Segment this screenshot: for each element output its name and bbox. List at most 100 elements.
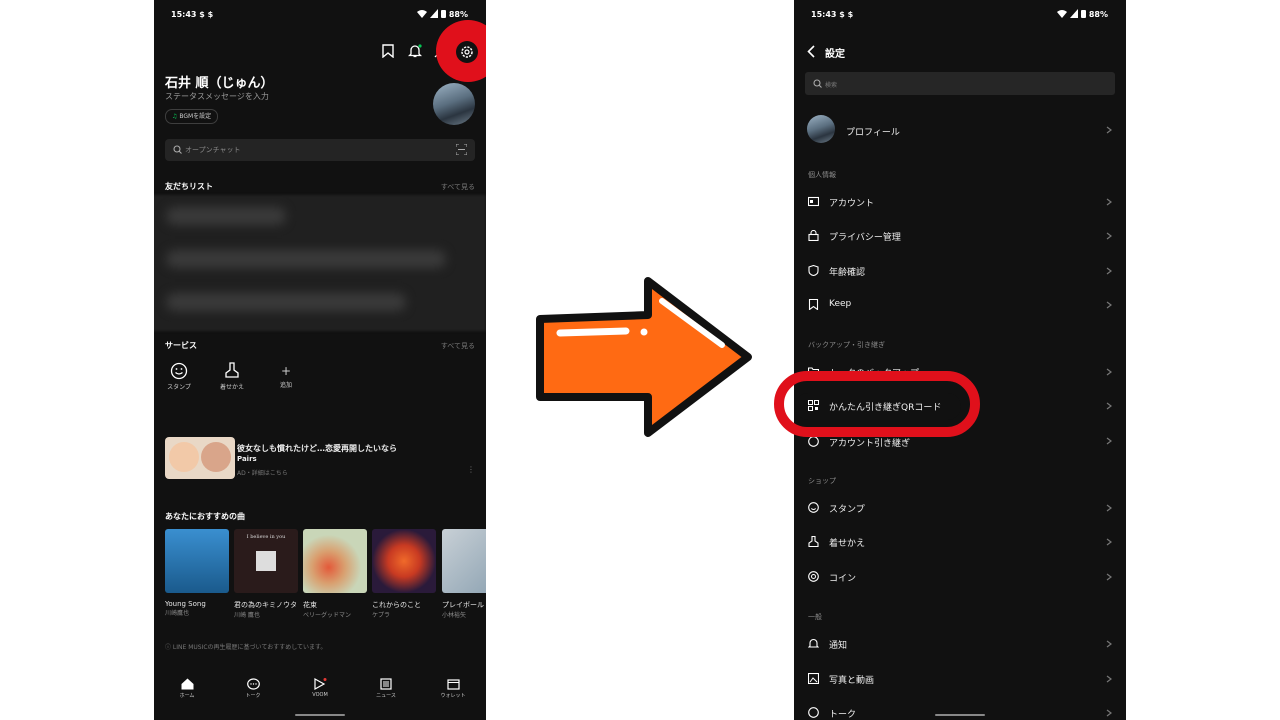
bookmark-icon[interactable] <box>382 44 394 58</box>
song-card[interactable]: プレイボール 小林裕矢 <box>442 529 486 619</box>
song-artist: 川崎鷹也 <box>165 610 190 617</box>
chevron-right-icon <box>1106 573 1112 581</box>
avatar[interactable] <box>807 115 835 143</box>
song-card[interactable]: Young Song 川崎鷹也 <box>165 529 240 617</box>
battery-icon <box>1081 10 1086 18</box>
wifi-icon <box>1057 10 1067 18</box>
brush-icon <box>225 362 239 378</box>
bell-icon[interactable] <box>408 44 422 58</box>
row-photo-video[interactable]: 写真と動画 <box>829 673 874 686</box>
signal-icon <box>1070 9 1078 18</box>
home-indicator <box>935 714 985 716</box>
chat-icon <box>246 678 260 690</box>
services-title: サービス <box>165 341 197 350</box>
qr-scan-icon[interactable] <box>456 144 467 155</box>
smile-icon <box>808 502 819 513</box>
profile-name[interactable]: 石井 順（じゅん） <box>165 72 274 91</box>
song-artist: ケプラ <box>372 612 391 619</box>
nav-label: ウォレット <box>440 693 466 699</box>
service-add[interactable]: + 追加 <box>271 362 301 389</box>
section-shop: ショップ <box>808 477 836 485</box>
nav-home[interactable]: ホーム <box>167 678 207 699</box>
chevron-right-icon <box>1106 368 1112 376</box>
search-icon <box>813 79 822 88</box>
signal-icon <box>430 9 438 18</box>
qr-code-icon <box>808 400 819 411</box>
bgm-button[interactable]: ♫ BGMを設定 <box>165 109 219 124</box>
service-theme[interactable]: 着せかえ <box>217 362 247 391</box>
song-card[interactable]: これからのこと ケプラ <box>372 529 440 619</box>
chevron-right-icon <box>1106 198 1112 206</box>
page-title: 設定 <box>825 49 845 60</box>
song-title: プレイボール <box>442 601 484 609</box>
status-time: 15:43 $ $ <box>171 10 214 19</box>
album-art <box>372 529 436 593</box>
music-footnote: ⓘ LINE MUSICの再生履歴に基づいておすすめしています。 <box>165 642 326 651</box>
status-bar: 15:43 $ $ 88% <box>794 0 1126 30</box>
row-privacy[interactable]: プライバシー管理 <box>829 230 901 243</box>
row-notify[interactable]: 通知 <box>829 638 847 651</box>
ad-image[interactable] <box>165 437 235 479</box>
song-card[interactable]: 花束 ベリーグッドマン <box>303 529 371 619</box>
row-qr-transfer[interactable]: かんたん引き継ぎQRコード <box>829 400 941 413</box>
chevron-right-icon <box>1106 402 1112 410</box>
gear-icon[interactable] <box>456 41 478 63</box>
battery-level: 88% <box>448 10 468 19</box>
bell-icon <box>808 638 819 648</box>
back-arrow-icon[interactable] <box>807 45 815 58</box>
chevron-right-icon <box>1106 504 1112 512</box>
service-label: 追加 <box>279 382 292 389</box>
status-message[interactable]: ステータスメッセージを入力 <box>165 91 269 102</box>
row-stamp[interactable]: スタンプ <box>829 502 865 515</box>
search-input[interactable]: オープンチャット <box>165 139 475 161</box>
avatar[interactable] <box>433 83 475 125</box>
song-title: 花束 <box>303 601 317 609</box>
row-theme[interactable]: 着せかえ <box>829 536 865 549</box>
ad-title[interactable]: 彼女なしも慣れたけど…恋愛再開したいなら <box>237 443 397 454</box>
nav-news[interactable]: ニュース <box>366 678 406 699</box>
row-coin[interactable]: コイン <box>829 571 856 584</box>
nav-talk[interactable]: トーク <box>233 678 273 699</box>
footnote-text: LINE MUSICの再生履歴に基づいておすすめしています。 <box>172 644 327 651</box>
album-art: I believe in you <box>234 529 298 593</box>
ad-face-right <box>201 442 231 472</box>
service-stamp[interactable]: スタンプ <box>164 362 194 391</box>
service-label: スタンプ <box>167 384 191 391</box>
person-transfer-icon <box>808 436 819 447</box>
chevron-right-icon <box>1106 640 1112 648</box>
search-placeholder: オープンチャット <box>185 146 241 154</box>
profile-row[interactable]: プロフィール <box>846 125 900 138</box>
chevron-right-icon <box>1106 538 1112 546</box>
music-note-icon: ♫ <box>172 113 178 120</box>
search-input[interactable]: 検索 <box>805 72 1115 95</box>
row-age[interactable]: 年齢確認 <box>829 265 865 278</box>
row-keep[interactable]: Keep <box>829 299 851 309</box>
section-general: 一般 <box>808 613 822 621</box>
battery-icon <box>441 10 446 18</box>
row-account[interactable]: アカウント <box>829 196 874 209</box>
more-icon[interactable]: ⋮ <box>467 465 475 474</box>
search-placeholder: 検索 <box>825 82 838 89</box>
list-item <box>166 250 446 268</box>
friends-list-blurred <box>154 195 486 331</box>
chevron-right-icon <box>1106 301 1112 309</box>
section-backup: バックアップ・引き継ぎ <box>808 341 885 349</box>
services-see-all[interactable]: すべて見る <box>441 341 475 351</box>
friends-see-all[interactable]: すべて見る <box>441 182 475 192</box>
chevron-right-icon <box>1106 709 1112 717</box>
nav-label: ニュース <box>376 693 396 699</box>
search-icon <box>173 145 182 154</box>
nav-voom[interactable]: VOOM <box>300 677 340 698</box>
smile-icon <box>170 362 188 380</box>
album-text: I believe in you <box>246 534 286 540</box>
lock-icon <box>808 230 819 241</box>
song-artist: 小林裕矢 <box>442 612 467 619</box>
status-bar: 15:43 $ $ 88% <box>154 0 486 30</box>
id-card-icon <box>808 196 819 207</box>
nav-wallet[interactable]: ウォレット <box>433 678 473 699</box>
list-item <box>166 293 406 311</box>
row-account-transfer[interactable]: アカウント引き継ぎ <box>829 436 910 449</box>
row-talk[interactable]: トーク <box>829 707 856 720</box>
settings-screen: 15:43 $ $ 88% 設定 検索 プロフィール 個人情報 アカウント プラ… <box>794 0 1126 720</box>
song-card[interactable]: I believe in you 君の為のキミノウタ 川崎 鷹也 <box>234 529 302 619</box>
